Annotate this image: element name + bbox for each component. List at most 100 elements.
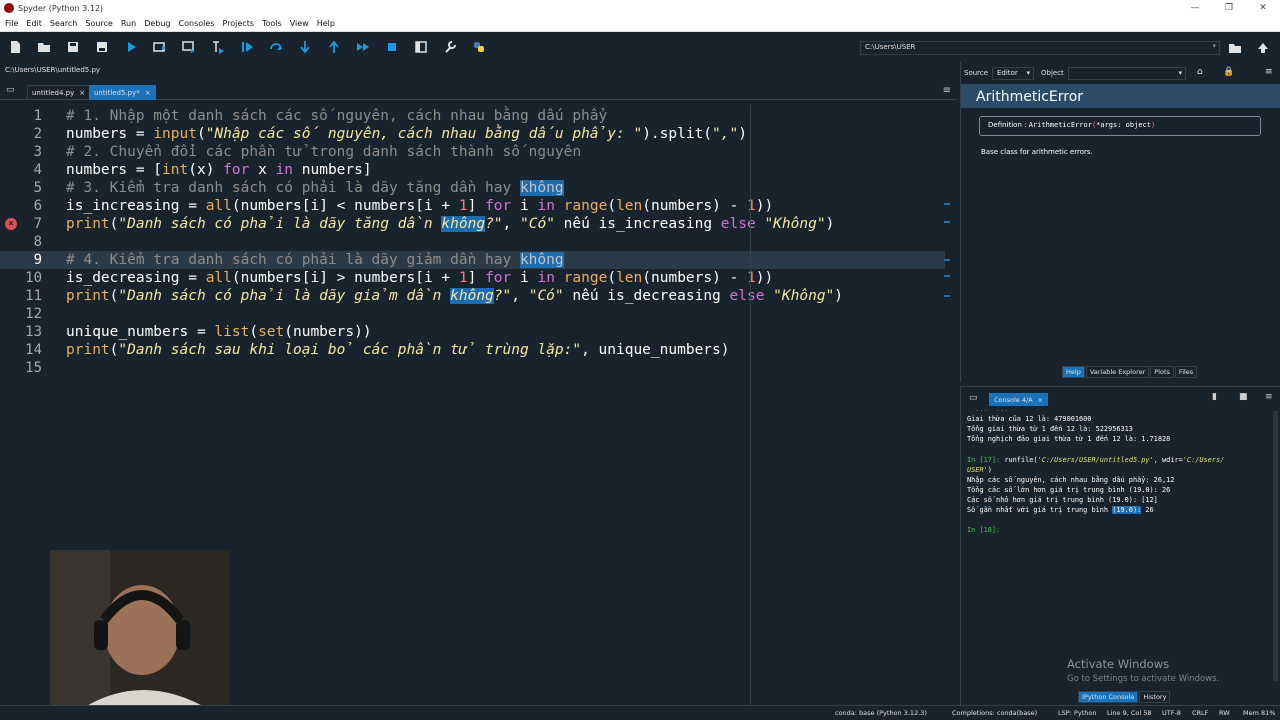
- search-match-highlight: không: [519, 180, 564, 196]
- options-menu-icon[interactable]: ≡: [1265, 67, 1273, 77]
- code-line: × 7 print("Danh sách có phải là dãy tăng…: [0, 215, 945, 233]
- run-selection-icon[interactable]: [203, 34, 232, 60]
- status-conda[interactable]: conda: base (Python 3.12.3): [835, 709, 927, 717]
- clear-console-icon[interactable]: ▮: [1212, 392, 1217, 402]
- definition-box: Definition : ArithmeticError(*args: obje…: [979, 116, 1261, 136]
- help-pane-tabs: Help Variable Explorer Plots Files: [1061, 366, 1198, 378]
- menu-file[interactable]: File: [2, 19, 21, 28]
- line-content: # 1. Nhập một danh sách các số nguyên, c…: [66, 108, 608, 124]
- line-number: 10: [25, 270, 42, 286]
- stop-kernel-icon[interactable]: ■: [1239, 392, 1248, 402]
- run-icon[interactable]: [116, 34, 145, 60]
- line-content: is_decreasing = all(numbers[i] > numbers…: [66, 270, 774, 286]
- step-into-icon[interactable]: [290, 34, 319, 60]
- menu-help[interactable]: Help: [314, 19, 338, 28]
- menu-run[interactable]: Run: [118, 19, 139, 28]
- menu-edit[interactable]: Edit: [23, 19, 45, 28]
- continue-icon[interactable]: [348, 34, 377, 60]
- line-number: 4: [33, 162, 42, 178]
- webcam-overlay: [50, 550, 230, 710]
- current-code-line: 9 # 4. Kiểm tra danh sách có phải là dãy…: [0, 251, 945, 269]
- console-scrollbar[interactable]: [1273, 411, 1278, 681]
- save-all-icon[interactable]: [87, 34, 116, 60]
- tab-untitled4[interactable]: untitled4.py ×: [27, 85, 91, 100]
- line-content: # 3. Kiểm tra danh sách có phải là dãy t…: [66, 180, 564, 196]
- stop-icon[interactable]: [377, 34, 406, 60]
- menu-search[interactable]: Search: [47, 19, 80, 28]
- parent-directory-icon[interactable]: [1256, 40, 1272, 56]
- search-match-highlight: không: [441, 216, 486, 232]
- python-path-icon[interactable]: [464, 34, 493, 60]
- status-completions[interactable]: Completions: conda(base): [952, 709, 1037, 717]
- help-toolbar: Source Editor ▾ Object ▾ ⌂ 🔒 ≡: [961, 62, 1280, 84]
- menu-tools[interactable]: Tools: [259, 19, 285, 28]
- definition-name: ArithmeticError: [1028, 121, 1092, 129]
- menu-source[interactable]: Source: [82, 19, 115, 28]
- line-number: 12: [25, 306, 42, 322]
- minimize-icon[interactable]: —: [1178, 0, 1212, 16]
- tab-label: untitled5.py*: [94, 88, 140, 97]
- browse-tabs-icon[interactable]: ▭: [6, 85, 18, 97]
- scroll-marker: [944, 203, 950, 205]
- options-menu-icon[interactable]: ≡: [1265, 392, 1273, 402]
- tab-help[interactable]: Help: [1062, 366, 1085, 378]
- code-line: 10 is_decreasing = all(numbers[i] > numb…: [0, 269, 945, 287]
- spyder-logo-icon: [4, 3, 14, 13]
- activate-windows-title: Activate Windows: [1067, 657, 1170, 671]
- browse-tabs-icon[interactable]: ▭: [969, 393, 978, 403]
- close-tab-icon[interactable]: ×: [79, 89, 85, 97]
- tab-ipython-console[interactable]: IPython Console: [1078, 691, 1139, 703]
- new-file-icon[interactable]: [0, 34, 29, 60]
- debug-icon[interactable]: [232, 34, 261, 60]
- console-line: Tổng các số lớn hơn giá trị trung bình (…: [967, 486, 1171, 494]
- working-directory-combo[interactable]: C:\Users\USER ▾: [860, 41, 1220, 55]
- code-line: 4 numbers = [int(x) for x in numbers]: [0, 161, 945, 179]
- code-line: 3 # 2. Chuyển đổi các phần tử trong danh…: [0, 143, 945, 161]
- source-combo[interactable]: Editor ▾: [992, 67, 1034, 80]
- step-icon[interactable]: [261, 34, 290, 60]
- tab-plots[interactable]: Plots: [1150, 366, 1174, 378]
- preferences-icon[interactable]: [435, 34, 464, 60]
- line-number: 15: [25, 360, 42, 376]
- close-tab-icon[interactable]: ×: [145, 89, 151, 97]
- save-icon[interactable]: [58, 34, 87, 60]
- tab-untitled5[interactable]: untitled5.py* ×: [89, 85, 156, 100]
- menu-debug[interactable]: Debug: [141, 19, 173, 28]
- object-label: Object: [1041, 69, 1064, 77]
- status-lsp[interactable]: LSP: Python: [1058, 709, 1096, 717]
- code-line: 15: [0, 359, 945, 377]
- menu-view[interactable]: View: [287, 19, 312, 28]
- browse-folder-icon[interactable]: [1228, 40, 1244, 56]
- line-number: 3: [33, 144, 42, 160]
- code-line: 11 print("Danh sách có phải là dãy giảm …: [0, 287, 945, 305]
- tab-variable-explorer[interactable]: Variable Explorer: [1085, 366, 1150, 378]
- open-file-icon[interactable]: [29, 34, 58, 60]
- home-icon[interactable]: ⌂: [1197, 67, 1203, 77]
- line-number: 6: [33, 198, 42, 214]
- menu-projects[interactable]: Projects: [219, 19, 257, 28]
- help-title: ArithmeticError: [961, 84, 1280, 108]
- step-return-icon[interactable]: [319, 34, 348, 60]
- lock-icon[interactable]: 🔒: [1223, 67, 1234, 77]
- restore-icon[interactable]: ❐: [1212, 0, 1246, 16]
- status-memory: Mem 81%: [1243, 709, 1276, 717]
- line-number: 13: [25, 324, 42, 340]
- line-number: 8: [33, 234, 42, 250]
- line-content: print("Danh sách có phải là dãy tăng dần…: [66, 216, 835, 232]
- tab-files[interactable]: Files: [1174, 366, 1198, 378]
- maximize-pane-icon[interactable]: [406, 34, 435, 60]
- editor-options-icon[interactable]: ≡: [943, 85, 951, 96]
- run-cell-advance-icon[interactable]: [174, 34, 203, 60]
- help-description: Base class for arithmetic errors.: [981, 148, 1093, 156]
- close-icon[interactable]: ✕: [1246, 0, 1280, 16]
- console-prompt: In [18]:: [967, 526, 1001, 534]
- line-content: print("Danh sách có phải là dãy giảm dần…: [66, 288, 844, 304]
- line-content: print("Danh sách sau khi loại bỏ các phầ…: [66, 342, 730, 358]
- object-combo[interactable]: ▾: [1068, 67, 1186, 80]
- close-tab-icon[interactable]: ×: [1038, 396, 1043, 404]
- console-line: Số gần nhất với giá trị trung bình (19.0…: [967, 506, 1154, 514]
- run-cell-icon[interactable]: [145, 34, 174, 60]
- menu-consoles[interactable]: Consoles: [176, 19, 218, 28]
- tab-history[interactable]: History: [1139, 691, 1171, 703]
- definition-label: Definition :: [988, 121, 1027, 129]
